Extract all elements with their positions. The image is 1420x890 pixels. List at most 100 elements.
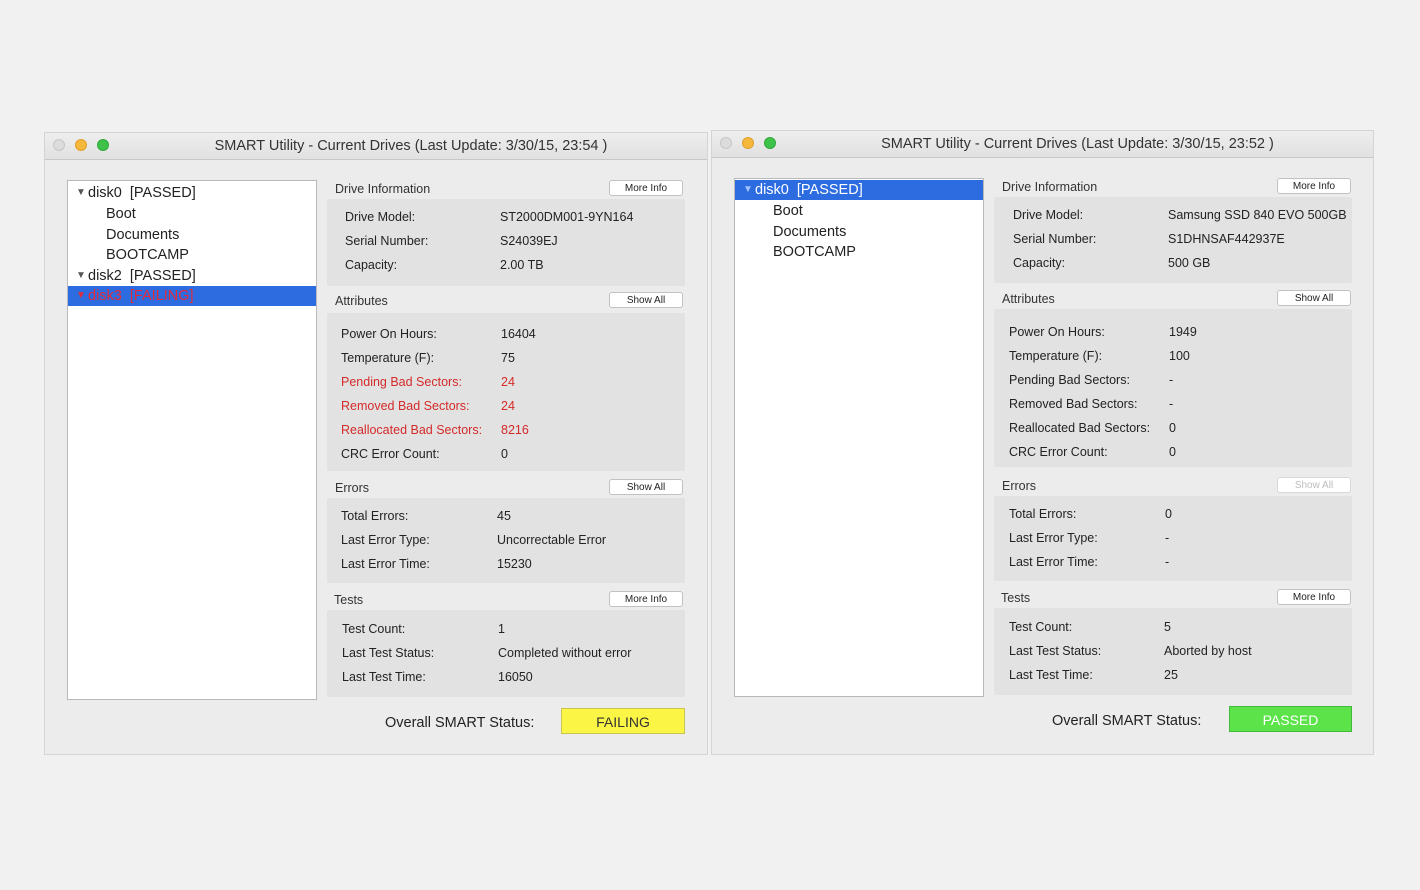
tests-more-info-button[interactable]: More Info [609, 591, 683, 607]
attr-label: Removed Bad Sectors: [341, 399, 470, 413]
drive-model-value: ST2000DM001-9YN164 [500, 210, 634, 224]
test-value: 5 [1164, 620, 1171, 634]
capacity-value: 2.00 TB [500, 258, 544, 272]
tests-more-info-button[interactable]: More Info [1277, 589, 1351, 605]
error-label: Total Errors: [1009, 507, 1077, 521]
left-window: SMART Utility - Current Drives (Last Upd… [44, 132, 708, 755]
right-window: SMART Utility - Current Drives (Last Upd… [711, 130, 1374, 755]
error-label: Total Errors: [341, 509, 409, 523]
drive-info-more-info-button[interactable]: More Info [1277, 178, 1351, 194]
drive-tree[interactable]: ▼ disk0 [PASSED] Boot Documents BOOTCAMP [734, 178, 984, 697]
attr-value: 1949 [1169, 325, 1197, 339]
attr-value: 16404 [501, 327, 536, 341]
error-label: Last Error Time: [1009, 555, 1098, 569]
error-value: 0 [1165, 507, 1172, 521]
test-label: Last Test Time: [1009, 668, 1093, 682]
serial-number-value: S24039EJ [500, 234, 558, 248]
tree-item-label: Documents [773, 224, 847, 240]
error-value: - [1165, 555, 1170, 569]
test-value: Completed without error [498, 646, 632, 660]
tree-item-boot[interactable]: Boot [735, 201, 983, 221]
close-button[interactable] [720, 137, 732, 149]
attributes-heading: Attributes [1002, 292, 1055, 306]
error-label: Last Error Time: [341, 557, 430, 571]
attr-value: 0 [1169, 445, 1176, 459]
zoom-button[interactable] [97, 139, 109, 151]
tree-item-label: BOOTCAMP [773, 244, 856, 260]
tests-heading: Tests [1001, 591, 1031, 605]
capacity-label: Capacity: [1013, 256, 1066, 270]
error-value: Uncorrectable Error [497, 533, 607, 547]
attr-value: - [1169, 373, 1174, 387]
drive-model-label: Drive Model: [1013, 208, 1084, 222]
tree-item-label: Boot [773, 203, 803, 219]
overall-smart-status-badge: PASSED [1229, 706, 1352, 732]
capacity-label: Capacity: [345, 258, 398, 272]
attr-label: Removed Bad Sectors: [1009, 397, 1138, 411]
drive-info-heading: Drive Information [335, 182, 431, 196]
tree-item-documents[interactable]: Documents [68, 225, 316, 245]
tree-item-boot[interactable]: Boot [68, 204, 316, 224]
tree-item-disk3[interactable]: ▼ disk3 [FAILING] [68, 286, 316, 306]
attr-value: 0 [501, 447, 508, 461]
test-label: Last Test Status: [342, 646, 435, 660]
close-button[interactable] [53, 139, 65, 151]
test-label: Test Count: [1009, 620, 1073, 634]
attr-label: Temperature (F): [341, 351, 435, 365]
test-value: 25 [1164, 668, 1178, 682]
test-label: Test Count: [342, 622, 406, 636]
drive-tree[interactable]: ▼ disk0 [PASSED] Boot Documents BOOTCAMP… [67, 180, 317, 700]
attr-value: 75 [501, 351, 515, 365]
attr-label: Pending Bad Sectors: [341, 375, 462, 389]
minimize-button[interactable] [75, 139, 87, 151]
attr-value: - [1169, 397, 1174, 411]
error-value: 15230 [497, 557, 532, 571]
left-titlebar[interactable]: SMART Utility - Current Drives (Last Upd… [45, 133, 707, 160]
attr-value: 0 [1169, 421, 1176, 435]
attr-label: Reallocated Bad Sectors: [1009, 421, 1151, 435]
error-value: - [1165, 531, 1170, 545]
tree-item-documents[interactable]: Documents [735, 222, 983, 242]
error-label: Last Error Type: [341, 533, 430, 547]
drive-info-more-info-button[interactable]: More Info [609, 180, 683, 196]
minimize-button[interactable] [742, 137, 754, 149]
serial-number-value: S1DHNSAF442937E [1168, 232, 1285, 246]
test-value: 16050 [498, 670, 533, 684]
attr-value: 24 [501, 375, 515, 389]
drive-model-label: Drive Model: [345, 210, 416, 224]
errors-heading: Errors [335, 481, 370, 495]
zoom-button[interactable] [764, 137, 776, 149]
attr-label: Reallocated Bad Sectors: [341, 423, 483, 437]
overall-smart-status-label: Overall SMART Status: [385, 715, 535, 731]
right-titlebar[interactable]: SMART Utility - Current Drives (Last Upd… [712, 131, 1373, 158]
errors-show-all-button[interactable]: Show All [609, 479, 683, 495]
disclosure-triangle-icon[interactable]: ▼ [76, 286, 86, 306]
errors-show-all-button[interactable]: Show All [1277, 477, 1351, 493]
test-value: 1 [498, 622, 505, 636]
tree-item-disk2[interactable]: ▼ disk2 [PASSED] [68, 266, 316, 286]
serial-number-label: Serial Number: [1013, 232, 1097, 246]
attr-label: Power On Hours: [341, 327, 437, 341]
tests-heading: Tests [334, 593, 364, 607]
tree-item-label: disk3 [FAILING] [88, 288, 194, 304]
disclosure-triangle-icon[interactable]: ▼ [76, 183, 86, 203]
errors-heading: Errors [1002, 479, 1037, 493]
tree-item-label: disk0 [PASSED] [755, 182, 863, 198]
error-label: Last Error Type: [1009, 531, 1098, 545]
test-label: Last Test Status: [1009, 644, 1102, 658]
drive-info-heading: Drive Information [1002, 180, 1098, 194]
tree-item-bootcamp[interactable]: BOOTCAMP [68, 245, 316, 265]
overall-smart-status-badge: FAILING [561, 708, 685, 734]
disclosure-triangle-icon[interactable]: ▼ [76, 266, 86, 286]
tree-item-label: BOOTCAMP [106, 247, 189, 263]
tree-item-bootcamp[interactable]: BOOTCAMP [735, 242, 983, 262]
tree-item-disk0[interactable]: ▼ disk0 [PASSED] [68, 183, 316, 203]
tree-item-disk0[interactable]: ▼ disk0 [PASSED] [735, 180, 983, 200]
tree-item-label: Boot [106, 206, 136, 222]
disclosure-triangle-icon[interactable]: ▼ [743, 180, 753, 200]
attributes-show-all-button[interactable]: Show All [1277, 290, 1351, 306]
attributes-show-all-button[interactable]: Show All [609, 292, 683, 308]
attr-value: 24 [501, 399, 515, 413]
attr-label: Power On Hours: [1009, 325, 1105, 339]
test-value: Aborted by host [1164, 644, 1252, 658]
